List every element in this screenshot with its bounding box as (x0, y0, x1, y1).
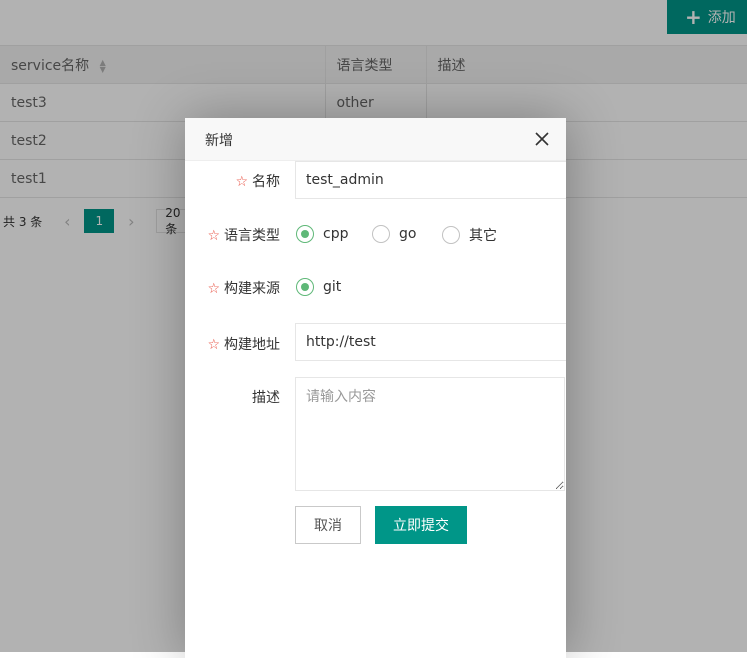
description-label: 描述 (252, 390, 280, 406)
radio-unchecked-icon (372, 225, 390, 243)
submit-button[interactable]: 立即提交 (375, 506, 467, 544)
form-row-source: ☆ 构建来源 git (185, 275, 566, 301)
address-input[interactable] (295, 323, 566, 361)
required-star-icon: ☆ (207, 228, 220, 244)
address-label: ☆ 构建地址 (207, 337, 280, 353)
form-row-name: ☆ 名称 (185, 161, 566, 199)
dialog-header: 新增 (185, 118, 566, 161)
language-radio-cpp[interactable]: cpp (296, 225, 348, 243)
language-label: ☆ 语言类型 (207, 228, 280, 244)
required-star-icon: ☆ (235, 174, 248, 190)
form-row-description: 描述 (185, 377, 566, 491)
close-icon[interactable] (534, 131, 550, 147)
language-radio-other[interactable]: 其它 (442, 225, 497, 245)
source-label: ☆ 构建来源 (207, 281, 280, 297)
dialog-title: 新增 (205, 133, 233, 149)
radio-unchecked-icon (442, 226, 460, 244)
add-service-dialog: 新增 ☆名称 ☆语言类型 cpp go 其它 ☆构建来源 (185, 118, 566, 658)
name-label: ☆ 名称 (235, 174, 280, 190)
source-radio-git[interactable]: git (296, 278, 341, 296)
form-row-address: ☆ 构建地址 (185, 323, 566, 361)
required-star-icon: ☆ (207, 281, 220, 297)
name-input[interactable] (295, 161, 566, 199)
cancel-button[interactable]: 取消 (295, 506, 361, 544)
radio-checked-icon (296, 278, 314, 296)
description-textarea[interactable] (295, 377, 565, 491)
radio-checked-icon (296, 225, 314, 243)
required-star-icon: ☆ (207, 337, 220, 353)
language-radio-go[interactable]: go (372, 225, 416, 243)
form-row-language: ☆ 语言类型 cpp go 其它 (185, 222, 566, 248)
